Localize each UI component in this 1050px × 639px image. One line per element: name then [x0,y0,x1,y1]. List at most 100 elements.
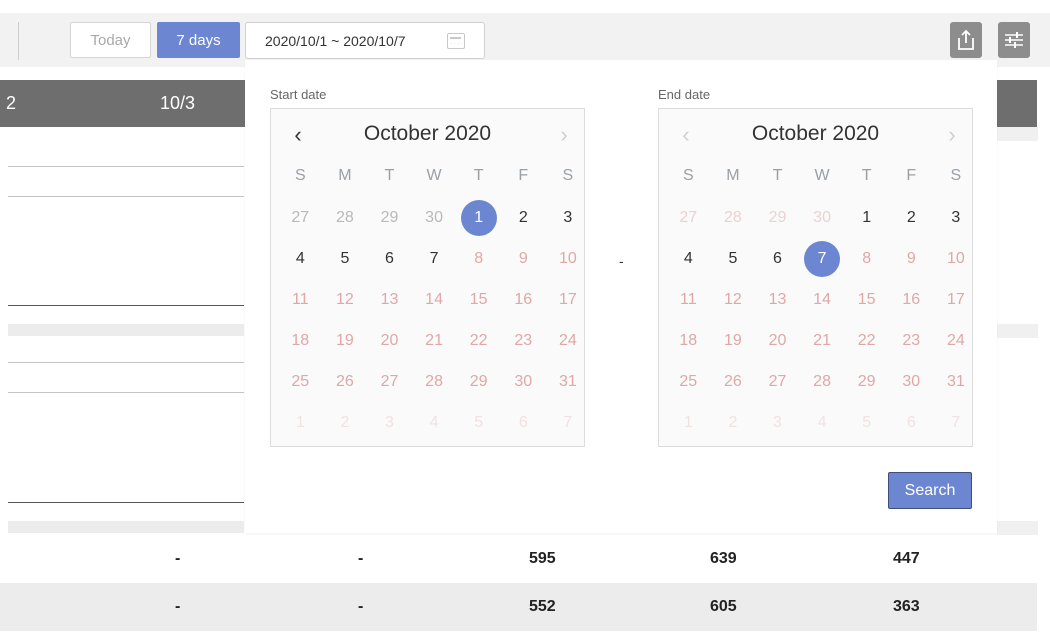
start-calendar: October 2020 ‹ › SMTWTFS 27 28 29 30 1 2 3 4 5 6 7… [270,108,585,447]
day-cell: 22 [844,320,889,361]
day-cell: 17 [546,279,591,320]
day-cell: 1 [278,402,323,443]
day-cell[interactable]: 5 [323,238,368,279]
end-calendar: October 2020 ‹ › SMTWTFS 27 28 29 30 1 2 3 4 5 6 7… [658,108,973,447]
day-cell: 23 [501,320,546,361]
seven-days-button[interactable]: 7 days [157,22,240,58]
day-cell: 27 [755,361,800,402]
day-number: 9 [906,249,916,267]
day-number: 5 [474,413,484,431]
day-cell[interactable]: 3 [546,197,591,238]
weekday-label: T [473,167,484,184]
day-cell: 26 [711,361,756,402]
section-band [997,127,1038,141]
day-number: 18 [291,331,310,349]
day-cell[interactable]: 4 [278,238,323,279]
day-number: 20 [380,331,399,349]
day-cell: 29 [755,197,800,238]
section-band [8,324,244,336]
day-cell[interactable]: 2 [501,197,546,238]
day-number: 15 [857,290,876,308]
day-number: 13 [768,290,787,308]
day-cell: 17 [934,279,979,320]
day-cell: 24 [934,320,979,361]
day-number: 30 [514,372,533,390]
day-cell[interactable]: 3 [934,197,979,238]
day-cell: 30 [501,361,546,402]
day-cell[interactable]: 1 [844,197,889,238]
day-number: 26 [723,372,742,390]
toolbar-divider [18,22,19,60]
day-number: 17 [558,290,577,308]
day-cell[interactable]: 6 [367,238,412,279]
weekday-label: F [518,167,529,184]
section-band [997,324,1038,338]
table-cell: 639 [710,550,737,567]
day-number: 8 [474,249,484,267]
day-number: 1 [460,199,497,236]
day-number: 26 [335,372,354,390]
day-number: 3 [951,208,961,226]
section-band [8,521,244,533]
table-cell: - [175,550,181,567]
row-divider [8,166,244,167]
export-button[interactable] [950,22,982,58]
row-divider [8,362,244,363]
day-number: 1 [295,413,305,431]
day-number: 16 [514,290,533,308]
day-number: 7 [951,413,961,431]
day-number: 6 [906,413,916,431]
row-divider [8,196,244,197]
day-cell[interactable]: 4 [666,238,711,279]
day-cell: 8 [844,238,889,279]
day-number: 1 [862,208,872,226]
day-cell[interactable]: 6 [755,238,800,279]
day-number: 24 [558,331,577,349]
month-title: October 2020 [363,122,492,145]
day-cell: 1 [666,402,711,443]
day-number: 5 [862,413,872,431]
table-cell: 605 [710,598,737,615]
day-cell: 19 [323,320,368,361]
day-number: 2 [728,413,738,431]
day-cell[interactable]: 7 [412,238,457,279]
day-number: 31 [558,372,577,390]
day-number: 28 [723,208,742,226]
day-cell: 27 [278,197,323,238]
weekday-label: S [562,167,574,184]
day-number: 18 [679,331,698,349]
day-number: 21 [425,331,443,349]
day-number: 21 [813,331,831,349]
export-icon [958,29,974,50]
chevron-left-icon: ‹ [682,122,690,147]
day-cell: 16 [501,279,546,320]
day-cell: 6 [501,402,546,443]
day-cell[interactable]: 5 [711,238,756,279]
day-number: 27 [768,372,787,390]
day-number: 14 [425,290,443,308]
day-number: 20 [768,331,787,349]
day-cell: 12 [323,279,368,320]
date-range-value: 2020/10/1 ~ 2020/10/7 [265,32,406,49]
calendar-icon[interactable] [447,33,465,49]
search-button[interactable]: Search [888,472,972,509]
day-cell: 10 [934,238,979,279]
filter-settings-button[interactable] [998,22,1030,58]
weekday-label: W [814,167,830,184]
day-cell: 13 [755,279,800,320]
day-number: 11 [291,290,309,308]
day-cell-selected[interactable]: 7 [800,238,845,279]
day-cell: 30 [889,361,934,402]
day-cell: 14 [412,279,457,320]
day-number: 28 [335,208,354,226]
day-number: 8 [862,249,872,267]
chevron-left-icon[interactable]: ‹ [283,120,313,150]
day-cell: 23 [889,320,934,361]
day-cell[interactable]: 2 [889,197,934,238]
day-cell: 25 [666,361,711,402]
date-range-input[interactable]: 2020/10/1 ~ 2020/10/7 [245,22,485,59]
day-cell-selected[interactable]: 1 [456,197,501,238]
day-number: 29 [768,208,787,226]
today-button[interactable]: Today [70,22,151,58]
day-number: 13 [380,290,399,308]
